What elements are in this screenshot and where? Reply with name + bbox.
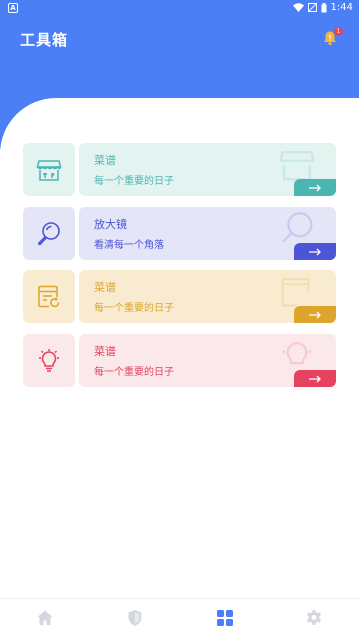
- card-icon-box: [23, 270, 75, 323]
- arrow-right-icon: [309, 248, 321, 255]
- shield-icon: [128, 610, 142, 626]
- nav-item-toolbox[interactable]: [214, 607, 236, 629]
- nav-item-home[interactable]: [34, 607, 56, 629]
- status-bar-right: 1:44: [292, 2, 353, 13]
- card-icon-box: [23, 143, 75, 196]
- document-refresh-icon: [38, 285, 60, 307]
- card-subtitle: 每一个重要的日子: [94, 367, 174, 378]
- card-body: 放大镜 看清每一个角落: [79, 207, 336, 260]
- storefront-icon: [36, 159, 62, 181]
- tool-card-recipe-2[interactable]: 菜谱 每一个重要的日子: [23, 270, 336, 323]
- notification-badge: 1: [334, 27, 343, 36]
- tool-card-recipe-3[interactable]: 菜谱 每一个重要的日子: [23, 334, 336, 387]
- card-icon-box: [23, 207, 75, 260]
- card-body: 菜谱 每一个重要的日子: [79, 270, 336, 323]
- page-title: 工具箱: [20, 31, 69, 49]
- card-title: 菜谱: [94, 154, 116, 167]
- arrow-right-icon: [309, 184, 321, 191]
- card-arrow-button[interactable]: [294, 243, 336, 260]
- tool-card-recipe[interactable]: 菜谱 每一个重要的日子: [23, 143, 336, 196]
- gear-icon: [306, 610, 322, 625]
- status-time: 1:44: [330, 2, 353, 13]
- card-subtitle: 每一个重要的日子: [94, 303, 174, 314]
- nav-item-shield[interactable]: [124, 607, 146, 629]
- bottom-navigation: [0, 598, 359, 638]
- card-body: 菜谱 每一个重要的日子: [79, 143, 336, 196]
- signal-off-icon: [307, 3, 317, 12]
- card-subtitle: 看清每一个角落: [94, 240, 164, 251]
- status-bar: A 1:44: [0, 0, 359, 18]
- grid-icon: [217, 610, 233, 626]
- lightbulb-icon: [39, 348, 59, 372]
- card-title: 菜谱: [94, 281, 116, 294]
- card-body: 菜谱 每一个重要的日子: [79, 334, 336, 387]
- card-title: 菜谱: [94, 345, 116, 358]
- nav-item-settings[interactable]: [303, 607, 325, 629]
- card-title: 放大镜: [94, 218, 127, 231]
- wifi-icon: [292, 3, 304, 12]
- magnifier-icon: [38, 221, 60, 245]
- arrow-right-icon: [309, 311, 321, 318]
- home-icon: [37, 610, 53, 625]
- battery-icon: [321, 2, 327, 12]
- card-arrow-button[interactable]: [294, 370, 336, 387]
- card-subtitle: 每一个重要的日子: [94, 176, 174, 187]
- card-arrow-button[interactable]: [294, 306, 336, 323]
- notification-a-icon: A: [8, 3, 18, 13]
- arrow-right-icon: [309, 375, 321, 382]
- tool-card-magnifier[interactable]: 放大镜 看清每一个角落: [23, 207, 336, 260]
- card-icon-box: [23, 334, 75, 387]
- card-arrow-button[interactable]: [294, 179, 336, 196]
